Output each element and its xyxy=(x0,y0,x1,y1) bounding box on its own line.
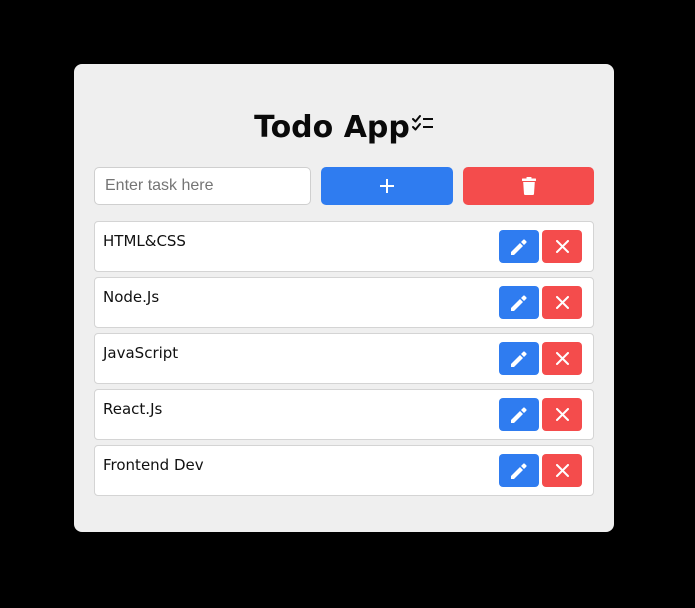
edit-task-button[interactable] xyxy=(499,398,539,431)
todo-card: Todo App HTML&CSS xyxy=(74,64,614,532)
plus-icon xyxy=(380,179,394,193)
edit-task-button[interactable] xyxy=(499,230,539,263)
task-label: Frontend Dev xyxy=(103,456,204,474)
close-icon xyxy=(555,240,569,253)
pencil-icon xyxy=(511,238,527,255)
checklist-icon xyxy=(411,114,433,130)
app-title: Todo App xyxy=(74,108,614,148)
delete-task-button[interactable] xyxy=(542,398,582,431)
trash-icon xyxy=(521,177,536,195)
task-input[interactable] xyxy=(94,167,311,205)
task-item: React.Js xyxy=(94,389,594,440)
delete-task-button[interactable] xyxy=(542,230,582,263)
app-title-text: Todo App xyxy=(254,110,410,145)
task-label: JavaScript xyxy=(103,344,179,362)
close-icon xyxy=(555,408,569,421)
pencil-icon xyxy=(511,462,527,479)
delete-task-button[interactable] xyxy=(542,286,582,319)
clear-all-button[interactable] xyxy=(463,167,594,205)
pencil-icon xyxy=(511,406,527,423)
edit-task-button[interactable] xyxy=(499,286,539,319)
task-item: Frontend Dev xyxy=(94,445,594,496)
close-icon xyxy=(555,296,569,309)
delete-task-button[interactable] xyxy=(542,454,582,487)
task-label: Node.Js xyxy=(103,288,160,306)
task-label: HTML&CSS xyxy=(103,232,186,250)
close-icon xyxy=(555,352,569,365)
task-item: HTML&CSS xyxy=(94,221,594,272)
pencil-icon xyxy=(511,350,527,367)
task-label: React.Js xyxy=(103,400,163,418)
delete-task-button[interactable] xyxy=(542,342,582,375)
task-item: Node.Js xyxy=(94,277,594,328)
close-icon xyxy=(555,464,569,477)
pencil-icon xyxy=(511,294,527,311)
edit-task-button[interactable] xyxy=(499,342,539,375)
edit-task-button[interactable] xyxy=(499,454,539,487)
task-item: JavaScript xyxy=(94,333,594,384)
input-row xyxy=(94,167,594,205)
task-list: HTML&CSS Node.Js JavaScript React.Js Fro… xyxy=(94,221,594,501)
add-task-button[interactable] xyxy=(321,167,453,205)
